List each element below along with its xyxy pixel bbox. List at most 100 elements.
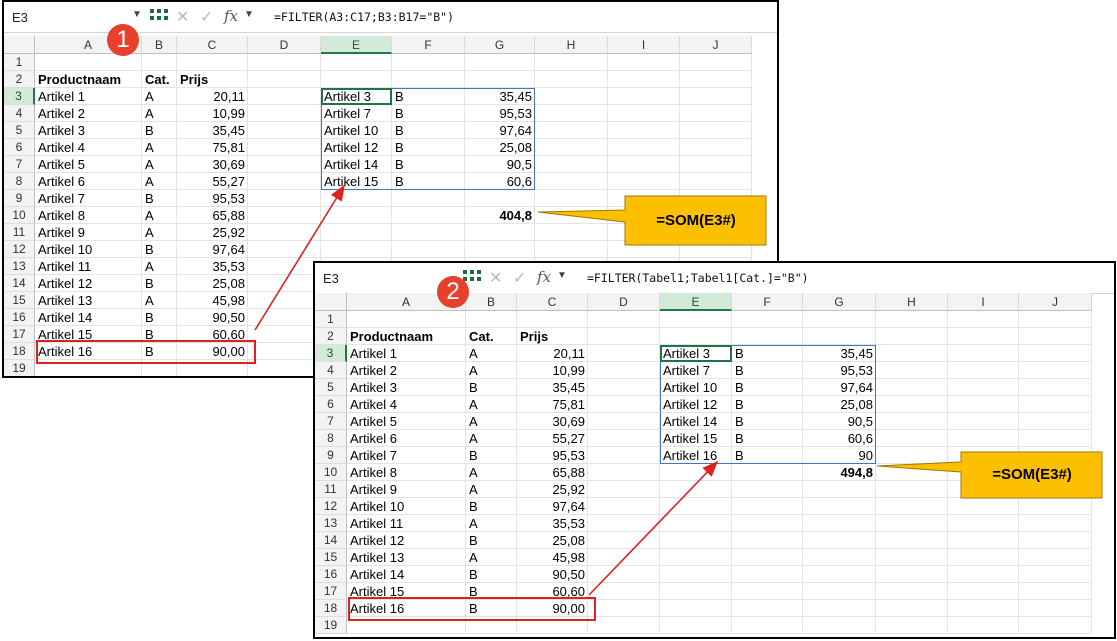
table-cell[interactable]: 95,53 [517,447,588,464]
table-cell[interactable]: 45,98 [177,292,248,309]
table-cell[interactable]: A [142,224,177,241]
table-cell[interactable]: Artikel 14 [35,309,142,326]
row-header-18[interactable]: 18 [315,600,347,617]
table-cell[interactable]: Artikel 4 [347,396,466,413]
table-cell[interactable]: 25,08 [517,532,588,549]
table-cell[interactable]: B [466,447,517,464]
table-cell[interactable]: Artikel 9 [347,481,466,498]
table-cell[interactable]: 25,08 [177,275,248,292]
chevron-down-icon[interactable]: ▼ [132,9,142,20]
table-cell[interactable]: 25,92 [517,481,588,498]
table-cell[interactable]: A [142,105,177,122]
row-header-18[interactable]: 18 [4,343,35,360]
column-header-b[interactable]: B [142,36,177,54]
table-cell[interactable]: A [466,481,517,498]
column-header-c[interactable]: C [177,36,248,54]
column-header-e[interactable]: E [660,293,732,311]
select-all-corner[interactable] [315,293,347,311]
cancel-x-icon[interactable]: ✕ [489,268,502,288]
table-cell[interactable]: 35,53 [517,515,588,532]
table-cell[interactable]: Artikel 2 [35,105,142,122]
table-cell[interactable]: B [466,498,517,515]
row-header-15[interactable]: 15 [315,549,347,566]
table-cell[interactable]: 55,27 [177,173,248,190]
table-cell[interactable]: B [142,241,177,258]
column-header-i[interactable]: I [608,36,680,54]
table-cell[interactable]: Artikel 5 [347,413,466,430]
table-cell[interactable]: 10,99 [517,362,588,379]
table-cell[interactable]: 20,11 [177,88,248,105]
column-header-i[interactable]: I [948,293,1019,311]
row-header-7[interactable]: 7 [4,156,35,173]
header-cell-0[interactable]: Productnaam [347,328,466,345]
column-header-c[interactable]: C [517,293,588,311]
table-cell[interactable]: B [142,190,177,207]
column-header-d[interactable]: D [588,293,660,311]
row-header-19[interactable]: 19 [4,360,35,376]
row-header-7[interactable]: 7 [315,413,347,430]
row-header-13[interactable]: 13 [4,258,35,275]
table-cell[interactable]: Artikel 1 [347,345,466,362]
table-cell[interactable]: 35,45 [177,122,248,139]
column-header-h[interactable]: H [535,36,608,54]
table-cell[interactable]: B [466,566,517,583]
table-cell[interactable]: B [142,309,177,326]
table-cell[interactable]: Artikel 3 [347,379,466,396]
table-cell[interactable]: A [466,430,517,447]
formula-input[interactable]: =FILTER(Tabel1;Tabel1[Cat.]="B") [587,271,809,285]
table-cell[interactable]: A [466,345,517,362]
table-cell[interactable]: A [466,413,517,430]
enter-check-icon[interactable]: ✓ [513,268,526,288]
table-cell[interactable]: A [466,362,517,379]
sum-cell[interactable]: 494,8 [803,464,876,481]
row-header-19[interactable]: 19 [315,617,347,634]
table-cell[interactable]: Artikel 8 [347,464,466,481]
active-cell-e3[interactable] [321,88,392,105]
column-header-e[interactable]: E [321,36,392,54]
row-header-16[interactable]: 16 [315,566,347,583]
table-cell[interactable]: Artikel 7 [347,447,466,464]
chevron-down-icon[interactable]: ▼ [244,9,254,20]
table-cell[interactable]: Artikel 5 [35,156,142,173]
row-header-10[interactable]: 10 [315,464,347,481]
table-cell[interactable]: Artikel 12 [35,275,142,292]
table-cell[interactable]: 65,88 [517,464,588,481]
table-cell[interactable]: A [466,549,517,566]
table-cell[interactable]: 45,98 [517,549,588,566]
table-cell[interactable]: A [142,173,177,190]
table-cell[interactable]: Artikel 9 [35,224,142,241]
row-header-3[interactable]: 3 [315,345,347,362]
table-cell[interactable]: Artikel 11 [35,258,142,275]
table-cell[interactable]: 97,64 [517,498,588,515]
table-cell[interactable]: B [142,122,177,139]
table-cell[interactable]: A [466,515,517,532]
function-fx-icon[interactable]: fx [537,268,551,286]
enter-check-icon[interactable]: ✓ [200,7,213,27]
row-header-9[interactable]: 9 [315,447,347,464]
table-cell[interactable]: 10,99 [177,105,248,122]
table-cell[interactable]: Artikel 13 [35,292,142,309]
column-header-f[interactable]: F [392,36,465,54]
table-cell[interactable]: Artikel 11 [347,515,466,532]
row-header-11[interactable]: 11 [315,481,347,498]
row-header-4[interactable]: 4 [315,362,347,379]
table-cell[interactable]: 20,11 [517,345,588,362]
formula-input[interactable]: =FILTER(A3:C17;B3:B17="B") [274,10,454,24]
function-fx-icon[interactable]: fx [224,7,238,25]
row-header-14[interactable]: 14 [4,275,35,292]
active-cell-e3[interactable] [660,345,732,362]
row-header-11[interactable]: 11 [4,224,35,241]
table-cell[interactable]: A [142,156,177,173]
column-header-j[interactable]: J [1019,293,1092,311]
table-cell[interactable]: A [142,292,177,309]
column-header-g[interactable]: G [465,36,535,54]
table-cell[interactable]: A [466,464,517,481]
table-cell[interactable]: 30,69 [177,156,248,173]
table-cell[interactable]: Artikel 10 [35,241,142,258]
table-cell[interactable]: B [466,379,517,396]
name-box[interactable]: E3 [319,269,453,289]
row-header-1[interactable]: 1 [315,311,347,328]
table-cell[interactable]: Artikel 10 [347,498,466,515]
table-cell[interactable]: 90,50 [177,309,248,326]
table-cell[interactable]: B [142,275,177,292]
